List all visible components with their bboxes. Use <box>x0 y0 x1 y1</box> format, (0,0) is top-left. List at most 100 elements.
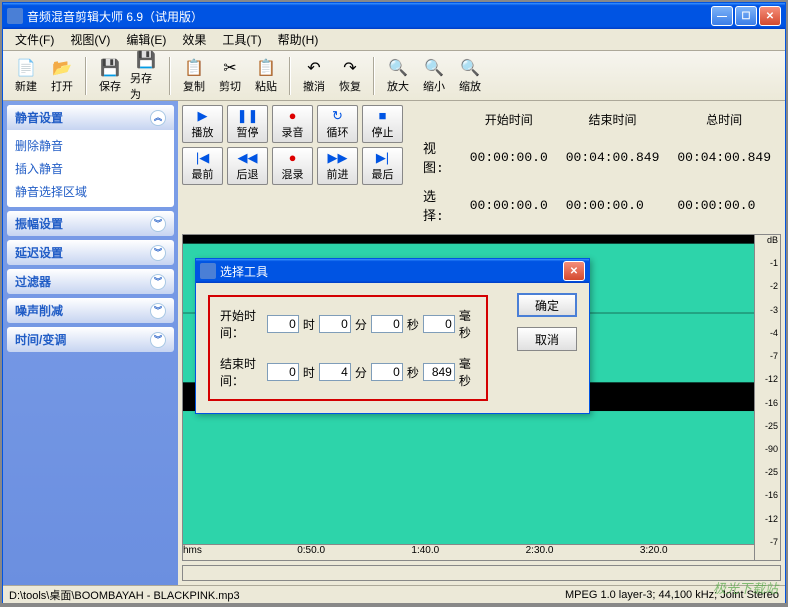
mix-icon: ● <box>289 150 297 166</box>
chevron-down-icon: ︾ <box>150 245 166 261</box>
panel-head-silence[interactable]: 静音设置︽ <box>7 105 174 130</box>
menu-view[interactable]: 视图(V) <box>62 29 118 50</box>
panel-head-noise[interactable]: 噪声削减︾ <box>7 298 174 323</box>
loop-icon: ↻ <box>332 108 343 124</box>
paste-icon: 📋 <box>256 58 276 78</box>
sidebar-item-insert-silence[interactable]: 插入静音 <box>15 157 166 180</box>
transport: ▶播放 ❚❚暂停 ●录音 ↻循环 ■停止 |◀最前 ◀◀后退 ●混录 ▶▶前进 … <box>182 105 403 230</box>
play-button[interactable]: ▶播放 <box>182 105 223 143</box>
close-button[interactable]: ✕ <box>759 6 781 26</box>
window-title: 音频混音剪辑大师 6.9（试用版） <box>27 8 711 25</box>
save-button[interactable]: 💾保存 <box>93 54 127 98</box>
rewind-button[interactable]: ◀◀后退 <box>227 147 268 185</box>
maximize-button[interactable]: ☐ <box>735 6 757 26</box>
time-axis: hms0:50.01:40.02:30.03:20.0 <box>183 544 754 560</box>
separator <box>373 57 375 95</box>
panel-head-time-pitch[interactable]: 时间/变调︾ <box>7 327 174 352</box>
menu-edit[interactable]: 编辑(E) <box>118 29 174 50</box>
panel-head-filter[interactable]: 过滤器︾ <box>7 269 174 294</box>
titlebar: 音频混音剪辑大师 6.9（试用版） — ☐ ✕ <box>3 3 785 29</box>
panel-head-amplitude[interactable]: 振幅设置︾ <box>7 211 174 236</box>
chevron-down-icon: ︾ <box>150 303 166 319</box>
redo-button[interactable]: ↷恢复 <box>333 54 367 98</box>
copy-button[interactable]: 📋复制 <box>177 54 211 98</box>
zoom-icon: 🔍 <box>460 58 480 78</box>
chevron-down-icon: ︾ <box>150 332 166 348</box>
loop-button[interactable]: ↻循环 <box>317 105 358 143</box>
mix-button[interactable]: ●混录 <box>272 147 313 185</box>
view-start: 00:00:00.0 <box>462 134 556 180</box>
view-end: 00:04:00.849 <box>558 134 668 180</box>
zoomin-button[interactable]: 🔍放大 <box>381 54 415 98</box>
pause-icon: ❚❚ <box>237 108 259 124</box>
view-total: 00:04:00.849 <box>669 134 779 180</box>
play-icon: ▶ <box>198 108 208 124</box>
last-icon: ▶| <box>376 150 389 166</box>
end-min-input[interactable] <box>319 363 351 381</box>
separator <box>85 57 87 95</box>
end-ms-input[interactable] <box>423 363 455 381</box>
select-end: 00:00:00.0 <box>558 182 668 228</box>
redo-icon: ↷ <box>343 58 356 78</box>
sidebar: 静音设置︽ 删除静音 插入静音 静音选择区域 振幅设置︾ 延迟设置︾ 过滤器︾ … <box>3 101 178 585</box>
undo-button[interactable]: ↶撤消 <box>297 54 331 98</box>
first-button[interactable]: |◀最前 <box>182 147 223 185</box>
time-info: 开始时间结束时间总时间 视图:00:00:00.000:04:00.84900:… <box>413 105 781 230</box>
sidebar-item-delete-silence[interactable]: 删除静音 <box>15 134 166 157</box>
last-button[interactable]: ▶|最后 <box>362 147 403 185</box>
forward-button[interactable]: ▶▶前进 <box>317 147 358 185</box>
record-button[interactable]: ●录音 <box>272 105 313 143</box>
first-icon: |◀ <box>196 150 209 166</box>
app-icon <box>7 8 23 24</box>
db-scale: dB-1-2-3-4-7-12-16-25-90-25-16-12-7 <box>754 235 780 560</box>
menu-help[interactable]: 帮助(H) <box>270 29 327 50</box>
menu-file[interactable]: 文件(F) <box>7 29 62 50</box>
dialog-title: 选择工具 <box>220 263 563 280</box>
end-hour-input[interactable] <box>267 363 299 381</box>
status-format: MPEG 1.0 layer-3; 44,100 kHz; Joint Ster… <box>565 589 779 601</box>
chevron-down-icon: ︾ <box>150 274 166 290</box>
cancel-button[interactable]: 取消 <box>517 327 577 351</box>
start-sec-input[interactable] <box>371 315 403 333</box>
status-path: D:\tools\桌面\BOOMBAYAH - BLACKPINK.mp3 <box>9 587 240 603</box>
open-button[interactable]: 📂打开 <box>45 54 79 98</box>
menubar: 文件(F) 视图(V) 编辑(E) 效果 工具(T) 帮助(H) <box>3 29 785 51</box>
separator <box>169 57 171 95</box>
copy-icon: 📋 <box>184 58 204 78</box>
start-min-input[interactable] <box>319 315 351 333</box>
forward-icon: ▶▶ <box>328 150 348 166</box>
sidebar-item-silence-selection[interactable]: 静音选择区域 <box>15 180 166 203</box>
select-total: 00:00:00.0 <box>669 182 779 228</box>
zoomin-icon: 🔍 <box>388 58 408 78</box>
waveform-right-channel <box>183 404 754 554</box>
ok-button[interactable]: 确定 <box>517 293 577 317</box>
end-sec-input[interactable] <box>371 363 403 381</box>
chevron-up-icon: ︽ <box>150 110 166 126</box>
undo-icon: ↶ <box>307 58 320 78</box>
new-icon: 📄 <box>16 58 36 78</box>
dialog-close-button[interactable]: ✕ <box>563 261 585 281</box>
horizontal-scrollbar[interactable] <box>182 565 781 581</box>
start-ms-input[interactable] <box>423 315 455 333</box>
paste-button[interactable]: 📋粘贴 <box>249 54 283 98</box>
select-tool-dialog: 选择工具 ✕ 开始时间： 时 分 秒 毫秒 结束时间： 时 分 秒 毫秒 确定 … <box>195 258 590 414</box>
pause-button[interactable]: ❚❚暂停 <box>227 105 268 143</box>
saveas-button[interactable]: 💾另存为 <box>129 54 163 98</box>
minimize-button[interactable]: — <box>711 6 733 26</box>
start-time-row: 开始时间： 时 分 秒 毫秒 <box>220 307 476 341</box>
stop-button[interactable]: ■停止 <box>362 105 403 143</box>
saveas-icon: 💾 <box>136 50 156 70</box>
zoomout-icon: 🔍 <box>424 58 444 78</box>
cut-button[interactable]: ✂剪切 <box>213 54 247 98</box>
toolbar: 📄新建 📂打开 💾保存 💾另存为 📋复制 ✂剪切 📋粘贴 ↶撤消 ↷恢复 🔍放大… <box>3 51 785 101</box>
statusbar: D:\tools\桌面\BOOMBAYAH - BLACKPINK.mp3 MP… <box>3 585 785 603</box>
zoomout-button[interactable]: 🔍缩小 <box>417 54 451 98</box>
dialog-icon <box>200 263 216 279</box>
rewind-icon: ◀◀ <box>238 150 258 166</box>
menu-effect[interactable]: 效果 <box>174 29 214 50</box>
panel-head-delay[interactable]: 延迟设置︾ <box>7 240 174 265</box>
zoom-button[interactable]: 🔍缩放 <box>453 54 487 98</box>
new-button[interactable]: 📄新建 <box>9 54 43 98</box>
menu-tools[interactable]: 工具(T) <box>214 29 269 50</box>
start-hour-input[interactable] <box>267 315 299 333</box>
